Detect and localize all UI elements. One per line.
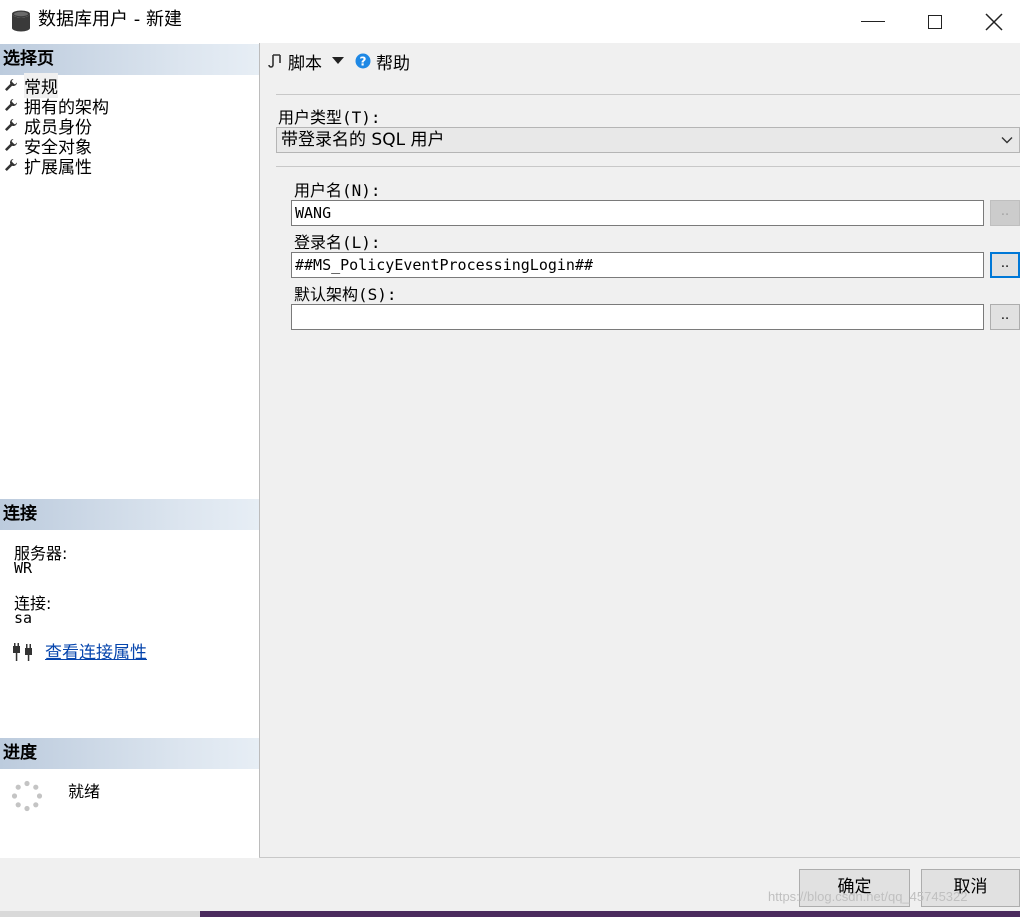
view-connection-properties-link[interactable]: 查看连接属性: [45, 638, 147, 663]
login-name-input[interactable]: ##MS_PolicyEventProcessingLogin##: [291, 252, 984, 278]
user-name-input[interactable]: WANG: [291, 200, 984, 226]
login-name-label: 登录名(L):: [294, 233, 381, 252]
server-value: WR: [14, 559, 33, 577]
wrench-icon: [5, 79, 17, 91]
user-type-select[interactable]: 带登录名的 SQL 用户: [276, 127, 1020, 153]
left-pane: 选择页 常规 拥有的架构 成员身份 安全对象 扩展属性 连接 服务器: WR 连…: [0, 43, 260, 858]
close-button[interactable]: [968, 0, 1020, 43]
default-schema-label: 默认架构(S):: [294, 285, 397, 304]
maximize-button[interactable]: [906, 0, 964, 43]
dropdown-arrow-icon: [332, 57, 344, 64]
nav-item-label: 扩展属性: [24, 157, 92, 178]
database-icon: [12, 10, 30, 32]
select-page-header: 选择页: [0, 44, 259, 75]
script-label: 脚本: [288, 53, 322, 74]
minimize-button[interactable]: [844, 0, 902, 43]
wrench-icon: [5, 159, 17, 171]
watermark: https://blog.csdn.net/qq_45745322: [768, 889, 968, 904]
connection-value: sa: [14, 609, 33, 627]
default-schema-input[interactable]: [291, 304, 984, 330]
user-name-browse-button[interactable]: ..: [990, 200, 1020, 226]
connection-header: 连接: [0, 499, 259, 530]
login-name-browse-button[interactable]: ..: [990, 252, 1020, 278]
user-type-value: 带登录名的 SQL 用户: [281, 130, 445, 150]
bottom-separator: [259, 857, 1020, 858]
toolbar-separator: [276, 94, 1020, 95]
help-label: 帮助: [376, 53, 410, 74]
taskbar-strip-left: [0, 911, 200, 917]
close-icon: [985, 12, 1003, 31]
minimize-icon: [861, 21, 885, 22]
wrench-icon: [5, 99, 17, 111]
nav-item-extended-properties[interactable]: 扩展属性: [4, 155, 92, 178]
wrench-icon: [5, 139, 17, 151]
chevron-down-icon: [1001, 137, 1013, 144]
progress-status: 就绪: [68, 782, 101, 801]
window-title: 数据库用户 - 新建: [38, 9, 182, 30]
progress-spinner-icon: [11, 780, 43, 812]
maximize-icon: [928, 14, 942, 29]
default-schema-browse-button[interactable]: ..: [990, 304, 1020, 330]
help-icon: ?: [355, 53, 371, 69]
help-button[interactable]: ? 帮助: [355, 50, 410, 74]
script-icon: [268, 54, 281, 68]
wrench-icon: [5, 119, 17, 131]
user-type-label: 用户类型(T):: [278, 108, 381, 127]
svg-text:?: ?: [360, 55, 367, 69]
script-menu-button[interactable]: 脚本: [268, 50, 344, 74]
progress-header: 进度: [0, 738, 259, 769]
user-name-label: 用户名(N):: [294, 181, 381, 200]
form-separator: [276, 166, 1020, 167]
connection-plug-icon: [13, 643, 32, 661]
